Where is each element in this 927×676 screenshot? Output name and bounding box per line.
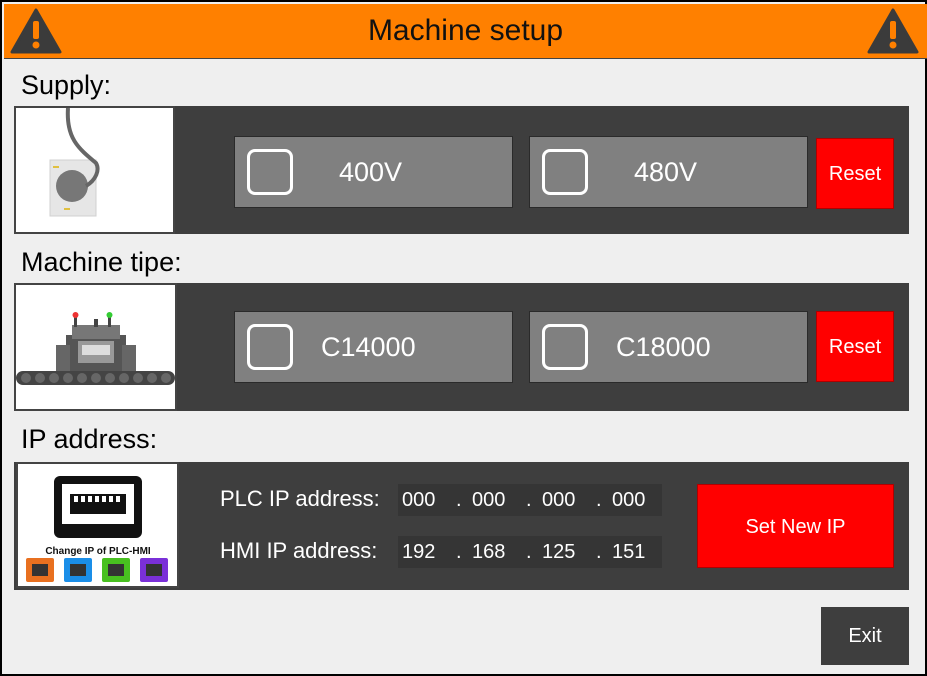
ip-separator: .	[456, 489, 462, 511]
machine-option-c18000[interactable]: C18000	[529, 311, 808, 383]
machine-reset-button[interactable]: Reset	[816, 311, 894, 382]
plc-octet-2[interactable]: 000	[472, 484, 505, 516]
hmi-ip-label: HMI IP address:	[220, 538, 378, 563]
ip-separator: .	[596, 489, 602, 511]
supply-thumbnail	[14, 106, 175, 234]
checkbox[interactable]	[247, 324, 293, 370]
window-frame: Machine setup Supply: 400V 480V Reset Ma…	[0, 0, 927, 676]
option-label: C14000	[321, 332, 416, 362]
hmi-ip-field[interactable]: 192 . 168 . 125 . 151	[398, 536, 662, 568]
ip-thumbnail: Change IP of PLC-HMI	[16, 462, 179, 588]
hmi-octet-4[interactable]: 151	[612, 536, 645, 568]
supply-option-480v[interactable]: 480V	[529, 136, 808, 208]
checkbox[interactable]	[247, 149, 293, 195]
hmi-octet-1[interactable]: 192	[402, 536, 435, 568]
option-label: 480V	[634, 157, 698, 187]
hmi-octet-2[interactable]: 168	[472, 536, 505, 568]
ip-separator: .	[456, 541, 462, 563]
plc-octet-4[interactable]: 000	[612, 484, 645, 516]
ethernet-port-icon: Change IP of PLC-HMI	[26, 476, 168, 582]
option-label: C18000	[616, 332, 711, 362]
machine-section-label: Machine tipe:	[21, 247, 182, 277]
header-bar: Machine setup	[4, 4, 927, 59]
plc-ip-label: PLC IP address:	[220, 486, 380, 511]
hmi-octet-3[interactable]: 125	[542, 536, 575, 568]
checkbox[interactable]	[542, 324, 588, 370]
machine-option-c14000[interactable]: C14000	[234, 311, 513, 383]
set-new-ip-button[interactable]: Set New IP	[697, 484, 894, 568]
page-title: Machine setup	[367, 14, 564, 47]
machine-thumbnail	[14, 283, 177, 411]
ip-separator: .	[596, 541, 602, 563]
ip-separator: .	[526, 489, 532, 511]
plc-octet-3[interactable]: 000	[542, 484, 575, 516]
power-socket-icon	[49, 107, 100, 217]
warning-icon	[867, 8, 919, 54]
ip-separator: .	[526, 541, 532, 563]
plc-ip-field[interactable]: 000 . 000 . 000 . 000	[398, 484, 662, 516]
checkbox[interactable]	[542, 149, 588, 195]
ip-section-label: IP address:	[21, 424, 158, 454]
supply-reset-button[interactable]: Reset	[816, 138, 894, 209]
supply-panel: 400V 480V Reset	[14, 106, 909, 234]
supply-section-label: Supply:	[21, 70, 112, 100]
machine-icon	[16, 312, 175, 385]
option-label: 400V	[339, 157, 403, 187]
supply-option-400v[interactable]: 400V	[234, 136, 513, 208]
ip-panel: Change IP of PLC-HMI PLC IP address: 000…	[14, 462, 909, 590]
machine-panel: C14000 C18000 Reset	[14, 283, 909, 411]
plc-octet-1[interactable]: 000	[402, 484, 435, 516]
thumbnail-caption: Change IP of PLC-HMI	[45, 546, 151, 557]
exit-button[interactable]: Exit	[821, 607, 909, 665]
